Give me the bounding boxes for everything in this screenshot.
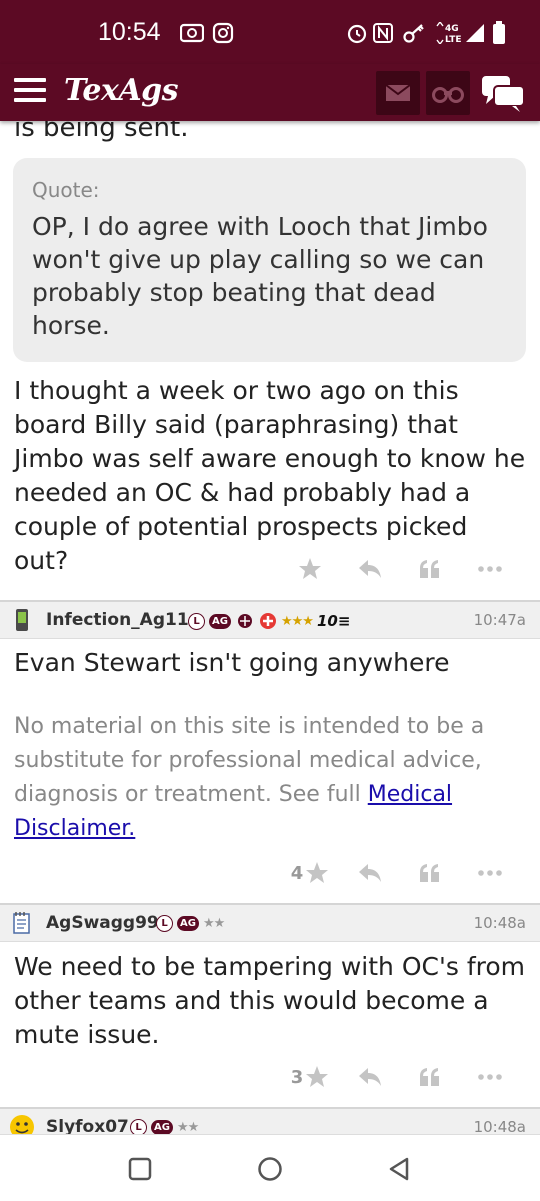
- status-bar: 10:54 4G LTE: [0, 0, 540, 64]
- texags-logo[interactable]: TexAgs: [64, 73, 179, 108]
- red-cross-icon: [260, 613, 276, 629]
- post-header: Infection_Ag11 L AG ★★★ 10≡ 10:47a: [0, 600, 540, 639]
- more-button[interactable]: [460, 565, 520, 573]
- alarm-icon: [346, 22, 368, 44]
- watchlist-button[interactable]: [426, 71, 470, 115]
- post-body: I thought a week or two ago on this boar…: [14, 376, 526, 575]
- chat-bubbles-icon: [482, 76, 525, 112]
- rank-stars: ★★: [177, 1120, 199, 1134]
- ag-badge: AG: [151, 1120, 173, 1134]
- star-button[interactable]: [280, 557, 340, 581]
- post-time: 10:48a: [473, 914, 526, 932]
- messages-button[interactable]: [376, 71, 420, 115]
- star-count: 3: [290, 1066, 304, 1088]
- more-icon: [478, 870, 502, 876]
- svg-text:4G: 4G: [445, 24, 459, 34]
- quote-icon: [420, 1068, 439, 1086]
- more-icon: [478, 566, 502, 572]
- quote-button[interactable]: [400, 1066, 460, 1088]
- post-header: Slyfox07 L AG ★★ 10:48a: [0, 1107, 540, 1134]
- smiley-avatar-icon: [10, 1115, 34, 1134]
- binoculars-icon: [432, 87, 464, 103]
- ten-badge: 10≡: [316, 612, 351, 630]
- quote-text: OP, I do agree with Looch that Jimbo won…: [32, 212, 488, 340]
- signal-icon: [464, 22, 486, 44]
- reply-button[interactable]: [340, 862, 400, 884]
- key-icon: [402, 22, 426, 44]
- quote-icon: [420, 560, 439, 578]
- menu-icon[interactable]: [14, 78, 46, 104]
- screenshot-icon: [180, 22, 204, 44]
- reply-icon: [359, 864, 381, 882]
- post-time: 10:48a: [473, 1118, 526, 1134]
- lifetime-badge: L: [156, 915, 173, 932]
- rank-stars: ★★★: [281, 613, 314, 629]
- quote-block: Quote: OP, I do agree with Looch that Ji…: [13, 158, 526, 362]
- more-button[interactable]: [460, 869, 520, 877]
- post-actions: [280, 554, 520, 584]
- star-icon: [306, 1066, 329, 1087]
- username[interactable]: Slyfox07: [46, 1117, 129, 1134]
- thread-content[interactable]: is being sent. Quote: OP, I do agree wit…: [0, 121, 540, 1134]
- back-icon: [389, 1157, 409, 1181]
- quote-icon: [420, 864, 439, 882]
- quote-button[interactable]: [400, 558, 460, 580]
- phone-avatar-icon: [16, 609, 28, 631]
- recents-button[interactable]: [128, 1157, 152, 1185]
- reply-button[interactable]: [340, 1066, 400, 1088]
- username[interactable]: AgSwagg99: [46, 913, 159, 933]
- network-4g-icon: 4G LTE: [434, 22, 464, 44]
- reply-button[interactable]: [340, 558, 400, 580]
- home-button[interactable]: [257, 1156, 283, 1186]
- reply-icon: [359, 1068, 381, 1086]
- rank-stars: ★★: [203, 916, 225, 931]
- post-text-continued: is being sent.: [14, 121, 189, 143]
- star-icon: [306, 862, 329, 883]
- quote-button[interactable]: [400, 862, 460, 884]
- more-icon: [478, 1074, 502, 1080]
- svg-text:LTE: LTE: [445, 35, 462, 44]
- post-actions: 3: [280, 1062, 520, 1092]
- nfc-icon: [372, 22, 394, 44]
- username[interactable]: Infection_Ag11: [46, 610, 189, 630]
- lifetime-badge: L: [188, 612, 205, 630]
- chat-button[interactable]: [478, 70, 528, 116]
- instagram-icon: [212, 22, 234, 44]
- status-time: 10:54: [98, 18, 161, 46]
- post-body: Evan Stewart isn't going anywhere: [14, 648, 450, 677]
- system-nav-bar: [0, 1134, 540, 1201]
- notepad-avatar-icon: [13, 912, 30, 934]
- ag-badge: AG: [209, 613, 231, 629]
- post-time: 10:47a: [473, 611, 526, 629]
- reply-icon: [359, 560, 381, 578]
- back-button[interactable]: [387, 1156, 411, 1186]
- star-count: 4: [290, 862, 304, 884]
- recents-icon: [128, 1157, 152, 1181]
- post-header: AgSwagg99 L AG ★★ 10:48a: [0, 903, 540, 942]
- quote-label: Quote:: [32, 178, 100, 202]
- star-button[interactable]: 3: [280, 1065, 340, 1089]
- ag-badge: AG: [177, 916, 199, 931]
- app-bar: TexAgs: [0, 64, 540, 121]
- lifetime-badge: L: [130, 1119, 147, 1134]
- star-icon: [299, 558, 321, 579]
- envelope-icon: [385, 84, 411, 101]
- post-body: We need to be tampering with OC's from o…: [14, 952, 525, 1049]
- medical-disclaimer: No material on this site is intended to …: [14, 710, 524, 846]
- star-button[interactable]: 4: [280, 861, 340, 885]
- more-button[interactable]: [460, 1073, 520, 1081]
- post-actions: 4: [280, 858, 520, 888]
- battery-icon: [492, 21, 506, 44]
- home-icon: [258, 1157, 282, 1181]
- helmet-icon: [238, 614, 252, 628]
